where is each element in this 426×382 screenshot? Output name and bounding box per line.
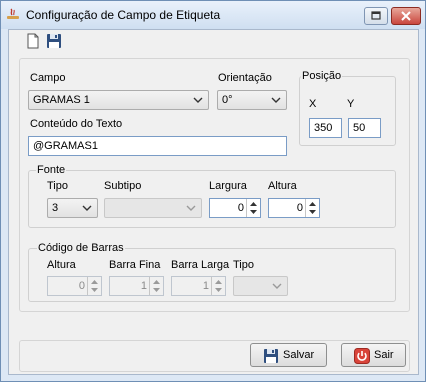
fonte-altura-value: 0: [296, 202, 303, 214]
fonte-largura-value: 0: [237, 202, 244, 214]
chevron-down-icon: [193, 97, 203, 103]
restore-button[interactable]: [364, 7, 388, 25]
barra-fina-value: 1: [140, 280, 147, 292]
new-document-icon[interactable]: [25, 33, 41, 49]
chevron-down-icon: [271, 97, 281, 103]
spin-down-icon[interactable]: [212, 286, 225, 295]
spin-up-icon[interactable]: [150, 277, 163, 286]
close-icon: [401, 11, 411, 21]
dialog-content: Campo GRAMAS 1 Orientação 0° Posição X Y…: [8, 29, 419, 375]
barra-larga-label: Barra Larga: [171, 259, 230, 271]
window-title: Configuração de Campo de Etiqueta: [26, 8, 221, 22]
fonte-tipo-label: Tipo: [47, 180, 68, 192]
java-app-icon: [7, 8, 19, 19]
chevron-down-icon: [82, 205, 92, 211]
chevron-down-icon: [272, 283, 282, 289]
barcode-altura-label: Altura: [47, 259, 76, 271]
salvar-button[interactable]: Salvar: [250, 343, 327, 367]
spin-down-icon[interactable]: [150, 286, 163, 295]
sair-button[interactable]: Sair: [341, 343, 406, 367]
fonte-altura-label: Altura: [268, 180, 297, 192]
barra-larga-spinner[interactable]: 1: [171, 276, 226, 296]
spinner-buttons: [211, 277, 225, 295]
barcode-tipo-select[interactable]: [233, 276, 288, 296]
x-value: 350: [314, 122, 333, 134]
campo-select[interactable]: GRAMAS 1: [28, 90, 209, 110]
barcode-legend: Código de Barras: [37, 242, 125, 254]
title-bar[interactable]: Configuração de Campo de Etiqueta: [1, 1, 425, 29]
save-floppy-icon[interactable]: [46, 33, 62, 49]
spin-up-icon[interactable]: [247, 199, 260, 208]
y-input[interactable]: 50: [348, 118, 381, 138]
orientacao-label: Orientação: [218, 72, 272, 84]
y-value: 50: [353, 122, 366, 134]
spin-down-icon[interactable]: [247, 208, 260, 217]
dialog-window: Configuração de Campo de Etiqueta Campo …: [0, 0, 426, 382]
spin-down-icon[interactable]: [306, 208, 319, 217]
posicao-legend: Posição: [301, 70, 343, 82]
fonte-tipo-value: 3: [52, 202, 59, 214]
spinner-buttons: [87, 277, 101, 295]
spinner-buttons: [305, 199, 319, 217]
conteudo-value: @GRAMAS1: [33, 140, 98, 152]
barra-fina-spinner[interactable]: 1: [109, 276, 164, 296]
y-label: Y: [347, 98, 355, 110]
fonte-largura-label: Largura: [209, 180, 247, 192]
barcode-altura-value: 0: [78, 280, 85, 292]
spinner-buttons: [149, 277, 163, 295]
salvar-label: Salvar: [283, 349, 315, 361]
spin-up-icon[interactable]: [306, 199, 319, 208]
fonte-altura-spinner[interactable]: 0: [268, 198, 320, 218]
conteudo-input[interactable]: @GRAMAS1: [28, 136, 287, 156]
campo-label: Campo: [30, 72, 66, 84]
exit-power-icon: [354, 348, 370, 364]
spin-up-icon[interactable]: [88, 277, 101, 286]
spin-up-icon[interactable]: [212, 277, 225, 286]
barra-fina-label: Barra Fina: [109, 259, 161, 271]
restore-icon: [371, 11, 381, 20]
barcode-tipo-label: Tipo: [233, 259, 254, 271]
spinner-buttons: [246, 199, 260, 217]
campo-value: GRAMAS 1: [33, 94, 90, 106]
conteudo-label: Conteúdo do Texto: [30, 118, 123, 130]
orientacao-select[interactable]: 0°: [217, 90, 287, 110]
x-input[interactable]: 350: [309, 118, 342, 138]
sair-label: Sair: [374, 349, 394, 361]
spin-down-icon[interactable]: [88, 286, 101, 295]
barra-larga-value: 1: [202, 280, 209, 292]
save-floppy-icon: [264, 349, 278, 363]
chevron-down-icon: [186, 205, 196, 211]
fonte-legend: Fonte: [36, 164, 67, 176]
orientacao-value: 0°: [222, 94, 233, 106]
close-window-button[interactable]: [391, 7, 421, 25]
x-label: X: [309, 98, 317, 110]
fonte-tipo-select[interactable]: 3: [47, 198, 98, 218]
fonte-largura-spinner[interactable]: 0: [209, 198, 261, 218]
fonte-subtipo-select[interactable]: [104, 198, 202, 218]
fonte-subtipo-label: Subtipo: [104, 180, 142, 192]
barcode-altura-spinner[interactable]: 0: [47, 276, 102, 296]
